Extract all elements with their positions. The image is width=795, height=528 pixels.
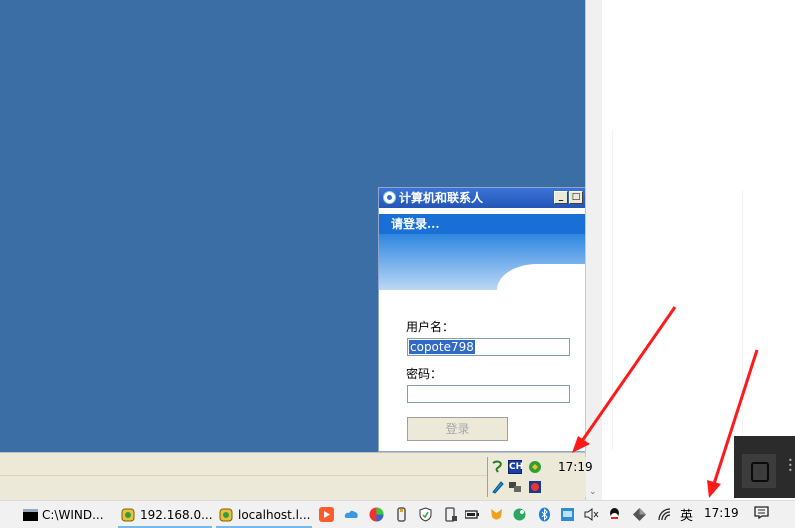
vertical-scrollbar[interactable]: ⌄ [585,0,603,500]
header-decoration [379,234,585,290]
maximize-button[interactable]: □ [569,191,583,204]
scroll-down-arrow-icon[interactable]: ⌄ [589,487,597,497]
password-label: 密码： [406,367,443,381]
taskbar-item-remote-1[interactable]: 192.168.0.... [118,502,212,528]
username-label: 用户名： [406,320,455,334]
usb-icon[interactable] [394,507,409,522]
qq-icon[interactable] [607,507,622,522]
media-icon[interactable] [528,480,542,494]
fox-icon[interactable] [489,507,504,522]
taskbar-item-label: C:\WIND... [42,508,104,522]
login-header-text: 请登录... [379,214,585,234]
phone-icon[interactable] [443,507,458,522]
network-icon[interactable] [508,480,522,494]
remote-system-tray: CH 17:19 [487,457,593,497]
display-icon[interactable] [560,507,575,522]
teamviewer-icon [383,191,396,204]
window-title-bar[interactable]: 计算机和联系人 _ □ [379,188,585,208]
taskbar-item-remote-2[interactable]: localhost.l... [216,502,312,528]
taskbar: C:\WIND... 192.168.0.... localhost.l... … [0,500,795,528]
play-icon [742,454,776,488]
login-form: 用户名： copote798 密码： 登录 [379,290,585,451]
wifi-icon[interactable] [657,507,672,522]
username-value: copote798 [409,340,475,354]
battery-icon[interactable] [465,507,480,522]
login-button[interactable]: 登录 [407,417,508,441]
divider [742,190,743,440]
pen-icon[interactable] [491,480,505,494]
username-field[interactable]: copote798 [407,338,570,356]
tray-ch-label: CH [509,462,524,472]
cloud-icon[interactable] [344,507,359,522]
empty-area [602,0,795,500]
minimize-button[interactable]: _ [554,191,568,204]
more-options-icon[interactable]: • • • [788,457,793,475]
bluetooth-icon[interactable] [537,507,552,522]
password-field[interactable] [407,385,570,403]
diamond-icon[interactable] [632,507,647,522]
taskbar-item-cmd[interactable]: C:\WIND... [20,502,116,528]
cmd-icon [23,509,38,521]
color-wheel-icon[interactable] [369,507,384,522]
refresh-icon[interactable] [528,460,542,474]
shield-icon[interactable] [418,507,433,522]
notification-icon[interactable] [754,506,769,519]
volume-muted-icon[interactable] [584,507,599,522]
taskbar-item-label: localhost.l... [238,508,311,522]
login-window: 计算机和联系人 _ □ 请登录... 用户名： copote798 密码： 登录 [378,187,585,452]
remote-desktop-icon [219,508,233,522]
bilibili-icon[interactable] [319,507,334,522]
ch-ime-icon[interactable]: CH [508,460,524,474]
ime-indicator[interactable]: 英 [680,505,693,524]
cn-icon[interactable] [491,460,505,474]
remote-taskbar: CH 17:19 [0,452,593,501]
leaf-icon[interactable] [512,507,527,522]
video-preview-thumbnail[interactable]: • • • [734,436,795,498]
divider [612,130,613,450]
login-header: 请登录... [379,208,585,290]
taskbar-item-label: 192.168.0.... [140,508,212,522]
remote-desktop-icon [121,508,135,522]
taskbar-clock[interactable]: 17:19 [704,506,739,520]
remote-clock: 17:19 [558,460,593,474]
window-title: 计算机和联系人 [399,191,484,205]
